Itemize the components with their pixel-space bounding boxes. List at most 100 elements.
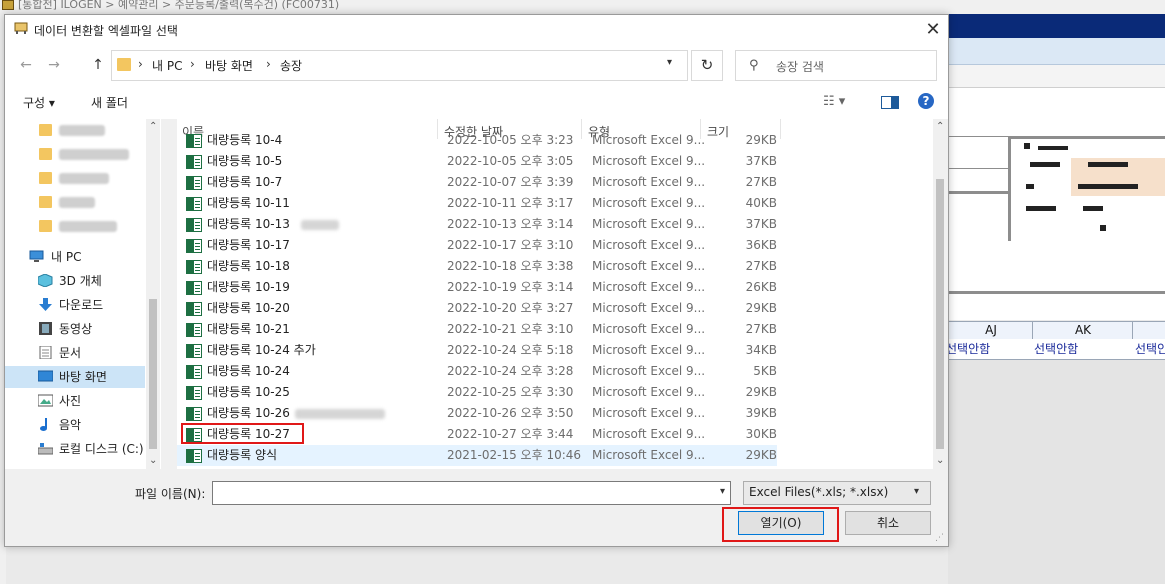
excel-file-icon (186, 323, 202, 337)
search-input[interactable]: ⚲ 송장 검색 (735, 50, 937, 81)
sidebar-item-videos[interactable]: 동영상 (5, 318, 145, 340)
dialog-title-bar: 데이터 변환할 엑셀파일 선택 ✕ (5, 15, 948, 45)
file-row[interactable]: 대량등록 10-25 2022-10-25 오후 3:30 Microsoft Ex… (177, 382, 777, 403)
annotation-highlight-box (722, 507, 839, 542)
scrollbar-thumb[interactable] (149, 299, 157, 449)
filename-label: 파일 이름(N): (135, 487, 206, 501)
scrollbar-thumb[interactable] (936, 179, 944, 449)
background-form-panel (948, 88, 1165, 320)
file-row[interactable]: 대량등록 10-5 2022-10-05 오후 3:05 Microsoft Exc… (177, 151, 777, 172)
redacted-mark (1026, 206, 1056, 211)
file-row[interactable]: 대량등록 10-26 2022-10-26 오후 3:50 Microsoft Ex… (177, 403, 777, 424)
sidebar-item-desktop[interactable]: 바탕 화면 (5, 366, 145, 388)
chevron-down-icon[interactable]: ▾ (667, 57, 672, 68)
file-row[interactable]: 대량등록 10-19 2022-10-19 오후 3:14 Microsoft Ex… (177, 277, 777, 298)
command-bar: 구성 ▾ 새 폴더 ☷ ▾ ? (5, 85, 948, 119)
file-row[interactable]: 대량등록 10-4 2022-10-05 오후 3:23 Microsoft Exc… (177, 130, 777, 151)
back-button[interactable]: ← (17, 56, 35, 74)
navigation-scrollbar[interactable]: ⌃ ⌄ (146, 119, 160, 469)
file-row[interactable]: 대량등록 양식 2021-02-15 오후 10:46 Microsoft Exce… (177, 445, 777, 466)
scroll-up-icon[interactable]: ⌃ (149, 121, 157, 132)
resize-grip-icon[interactable]: ⋰ (935, 533, 944, 543)
file-row[interactable]: 대량등록 10-24 추가 2022-10-24 오후 5:18 Microsoft… (177, 340, 777, 361)
file-name: 대량등록 10-20 (207, 301, 290, 315)
sidebar-item-3d-objects[interactable]: 3D 개체 (5, 270, 145, 292)
file-row[interactable]: 대량등록 10-17 2022-10-17 오후 3:10 Microsoft Ex… (177, 235, 777, 256)
organize-button[interactable]: 구성 ▾ (23, 94, 55, 111)
quick-access-item[interactable] (5, 215, 145, 237)
file-size: 5KB (753, 364, 777, 378)
file-type: Microsoft Excel 9... (592, 196, 706, 210)
file-name: 대량등록 10-25 (207, 385, 290, 399)
file-row[interactable]: 대량등록 10-21 2022-10-21 오후 3:10 Microsoft Ex… (177, 319, 777, 340)
refresh-button[interactable]: ↻ (691, 50, 723, 81)
breadcrumb-desktop[interactable]: 바탕 화면 (205, 57, 253, 74)
breadcrumb-folder[interactable]: 송장 (280, 57, 302, 74)
file-name: 대량등록 10-7 (207, 175, 283, 189)
sidebar-item-local-disk[interactable]: 로컬 디스크 (C:) (5, 438, 145, 460)
sidebar-item-downloads[interactable]: 다운로드 (5, 294, 145, 316)
file-type: Microsoft Excel 9... (592, 280, 706, 294)
preview-pane-icon[interactable] (881, 96, 899, 109)
breadcrumb-this-pc[interactable]: 내 PC (152, 57, 182, 74)
chevron-down-icon: ▾ (914, 486, 920, 497)
redacted-mark (1083, 206, 1103, 211)
form-line (948, 291, 1165, 294)
chevron-down-icon[interactable]: ▾ (720, 486, 725, 497)
help-icon[interactable]: ? (918, 93, 934, 109)
scroll-up-icon[interactable]: ⌃ (936, 121, 944, 132)
quick-access-item[interactable] (5, 143, 145, 165)
excel-file-icon (186, 344, 202, 358)
file-size: 29KB (745, 385, 777, 399)
filetype-select[interactable]: Excel Files(*.xls; *.xlsx) ▾ (743, 481, 931, 505)
file-date: 2022-10-17 오후 3:10 (447, 238, 574, 252)
sidebar-item-pictures[interactable]: 사진 (5, 390, 145, 412)
sidebar-item-documents[interactable]: 문서 (5, 342, 145, 364)
file-size: 34KB (745, 343, 777, 357)
redacted-filename-part (295, 409, 385, 419)
file-list-scrollbar[interactable]: ⌃ ⌄ (933, 119, 947, 469)
computer-icon (29, 250, 44, 262)
column-divider[interactable] (780, 119, 781, 139)
download-icon (39, 298, 52, 311)
quick-access-item[interactable] (5, 191, 145, 213)
file-name: 대량등록 10-24 (207, 364, 290, 378)
excel-file-icon (186, 386, 202, 400)
scroll-down-icon[interactable]: ⌄ (936, 455, 944, 466)
quick-access-item[interactable] (5, 167, 145, 189)
excel-file-icon (186, 281, 202, 295)
file-name: 대량등록 10-4 (207, 133, 283, 147)
quick-access-item[interactable] (5, 119, 145, 141)
grid-cell: 선택안함 (1034, 342, 1079, 356)
search-icon: ⚲ (749, 58, 759, 73)
file-row[interactable]: 대량등록 10-11 2022-10-11 오후 3:17 Microsoft Ex… (177, 193, 777, 214)
document-icon (39, 346, 52, 359)
file-size: 29KB (745, 448, 777, 462)
desktop-icon (38, 370, 53, 382)
close-icon[interactable]: ✕ (921, 19, 945, 41)
file-row[interactable]: 대량등록 10-7 2022-10-07 오후 3:39 Microsoft Exc… (177, 172, 777, 193)
view-options-icon[interactable]: ☷ ▾ (823, 94, 845, 109)
file-row[interactable]: 대량등록 10-18 2022-10-18 오후 3:38 Microsoft Ex… (177, 256, 777, 277)
new-folder-button[interactable]: 새 폴더 (91, 94, 128, 111)
sidebar-item-music[interactable]: 음악 (5, 414, 145, 436)
scroll-down-icon[interactable]: ⌄ (149, 455, 157, 466)
filename-input[interactable]: ▾ (212, 481, 731, 505)
sidebar-item-this-pc[interactable]: 내 PC (5, 246, 145, 268)
file-row[interactable]: 대량등록 10-13 2022-10-13 오후 3:14 Microsoft Ex… (177, 214, 777, 235)
file-date: 2022-10-20 오후 3:27 (447, 301, 574, 315)
cancel-button[interactable]: 취소 (845, 511, 931, 535)
grid-column-header: AK (1032, 322, 1133, 339)
video-icon (39, 322, 52, 335)
sidebar-item-label: 동영상 (59, 322, 93, 336)
excel-file-icon (186, 449, 202, 463)
forward-button[interactable]: → (45, 56, 63, 74)
file-row[interactable]: 대량등록 10-24 2022-10-24 오후 3:28 Microsoft Ex… (177, 361, 777, 382)
grid-cell: 선택안 (1135, 342, 1165, 356)
file-name: 대량등록 10-21 (207, 322, 290, 336)
excel-file-icon (186, 239, 202, 253)
up-button[interactable]: ↑ (89, 56, 107, 74)
file-row[interactable]: 대량등록 10-20 2022-10-20 오후 3:27 Microsoft Ex… (177, 298, 777, 319)
excel-file-icon (186, 197, 202, 211)
address-bar[interactable]: › 내 PC › 바탕 화면 › 송장 ▾ (111, 50, 688, 81)
